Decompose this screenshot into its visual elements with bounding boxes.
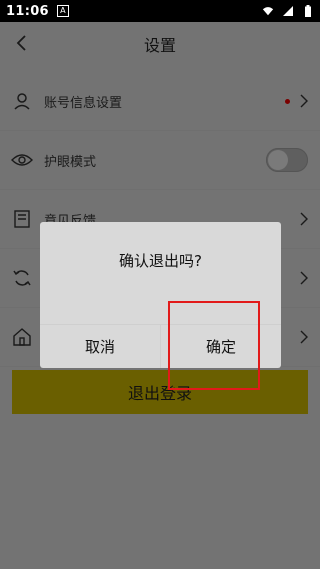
- eye-icon: [10, 148, 34, 172]
- status-time: 11:06: [6, 3, 49, 19]
- settings-item-account[interactable]: 账号信息设置: [0, 72, 320, 131]
- signal-icon: [282, 5, 294, 17]
- user-icon: [10, 89, 34, 113]
- chevron-right-icon: [296, 93, 312, 109]
- header: 设置: [0, 22, 320, 66]
- refresh-icon: [10, 266, 34, 290]
- logout-button[interactable]: 退出登录: [12, 370, 308, 414]
- chevron-right-icon: [296, 329, 312, 345]
- back-icon[interactable]: [10, 32, 32, 54]
- battery-icon: [302, 5, 314, 17]
- home-icon: [10, 325, 34, 349]
- highlight-box: [168, 301, 260, 390]
- wifi-icon: [262, 5, 274, 17]
- settings-item-label: 护眼模式: [44, 154, 97, 170]
- settings-item-eye-protection[interactable]: 护眼模式: [0, 131, 320, 190]
- cancel-button[interactable]: 取消: [40, 324, 160, 368]
- settings-item-label: 账号信息设置: [44, 95, 123, 111]
- chevron-right-icon: [296, 270, 312, 286]
- page-title: 设置: [143, 36, 176, 55]
- notification-dot: [285, 98, 290, 104]
- status-bar: 11:06 A: [0, 0, 320, 22]
- notification-a-icon: A: [56, 5, 69, 17]
- chevron-right-icon: [296, 211, 312, 227]
- toggle-knob: [268, 150, 288, 170]
- eye-protection-toggle[interactable]: [266, 148, 308, 172]
- dialog-message: 确认退出吗?: [119, 252, 202, 270]
- feedback-icon: [10, 207, 34, 231]
- status-icons: [262, 5, 314, 17]
